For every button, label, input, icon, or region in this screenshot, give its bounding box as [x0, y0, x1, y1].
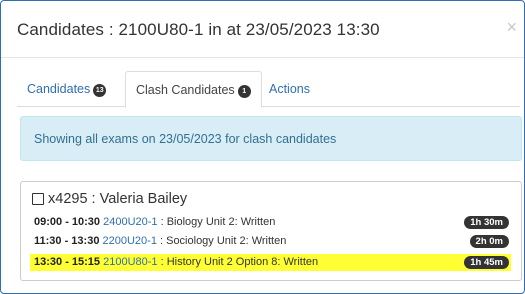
tab-clash-candidates-count-badge: 1	[237, 85, 251, 98]
exam-code-link[interactable]: 2100U80-1	[103, 256, 157, 268]
duration-badge: 2h 0m	[469, 235, 509, 248]
tab-actions[interactable]: Actions	[259, 71, 320, 108]
exam-row: 11:30 - 13:30 2200U20-1 : Sociology Unit…	[30, 233, 511, 250]
info-alert: Showing all exams on 23/05/2023 for clas…	[20, 116, 522, 161]
tab-candidates-label: Candidates	[27, 82, 91, 96]
exam-row: 09:00 - 10:30 2400U20-1 : Biology Unit 2…	[30, 214, 511, 231]
tab-bar: Candidates 13 Clash Candidates 1 Actions	[17, 71, 520, 108]
candidate-card: x4295 : Valeria Bailey 09:00 - 10:30 240…	[20, 181, 522, 281]
info-alert-text: Showing all exams on 23/05/2023 for clas…	[34, 132, 337, 146]
exam-time: 11:30 - 13:30	[34, 235, 100, 247]
candidate-name: x4295 : Valeria Bailey	[48, 191, 188, 207]
exam-code-link[interactable]: 2200U20-1	[103, 235, 157, 247]
duration-badge: 1h 30m	[464, 216, 509, 229]
candidate-checkbox[interactable]	[32, 193, 44, 205]
tab-candidates-count-badge: 13	[93, 84, 107, 97]
exam-time: 13:30 - 15:15	[34, 256, 101, 268]
candidate-header: x4295 : Valeria Bailey	[32, 191, 187, 207]
tab-candidates[interactable]: Candidates 13	[17, 71, 116, 108]
exam-time: 09:00 - 10:30	[34, 216, 101, 228]
exam-title: : Sociology Unit 2: Written	[156, 235, 287, 247]
tab-clash-candidates[interactable]: Clash Candidates 1	[125, 71, 262, 108]
close-icon[interactable]: ×	[506, 18, 517, 36]
exam-code-link[interactable]: 2400U20-1	[103, 216, 157, 228]
candidates-modal: Candidates : 2100U80-1 in at 23/05/2023 …	[0, 0, 525, 294]
duration-badge: 1h 45m	[464, 256, 509, 269]
modal-title: Candidates : 2100U80-1 in at 23/05/2023 …	[17, 20, 380, 39]
exam-title: : Biology Unit 2: Written	[157, 216, 276, 228]
exam-title: : History Unit 2 Option 8: Written	[157, 256, 319, 268]
tab-actions-label: Actions	[269, 82, 310, 96]
modal-header: Candidates : 2100U80-1 in at 23/05/2023 …	[1, 1, 524, 58]
exam-row-clash: 13:30 - 15:15 2100U80-1 : History Unit 2…	[30, 254, 511, 271]
tab-clash-candidates-label: Clash Candidates	[136, 83, 235, 97]
